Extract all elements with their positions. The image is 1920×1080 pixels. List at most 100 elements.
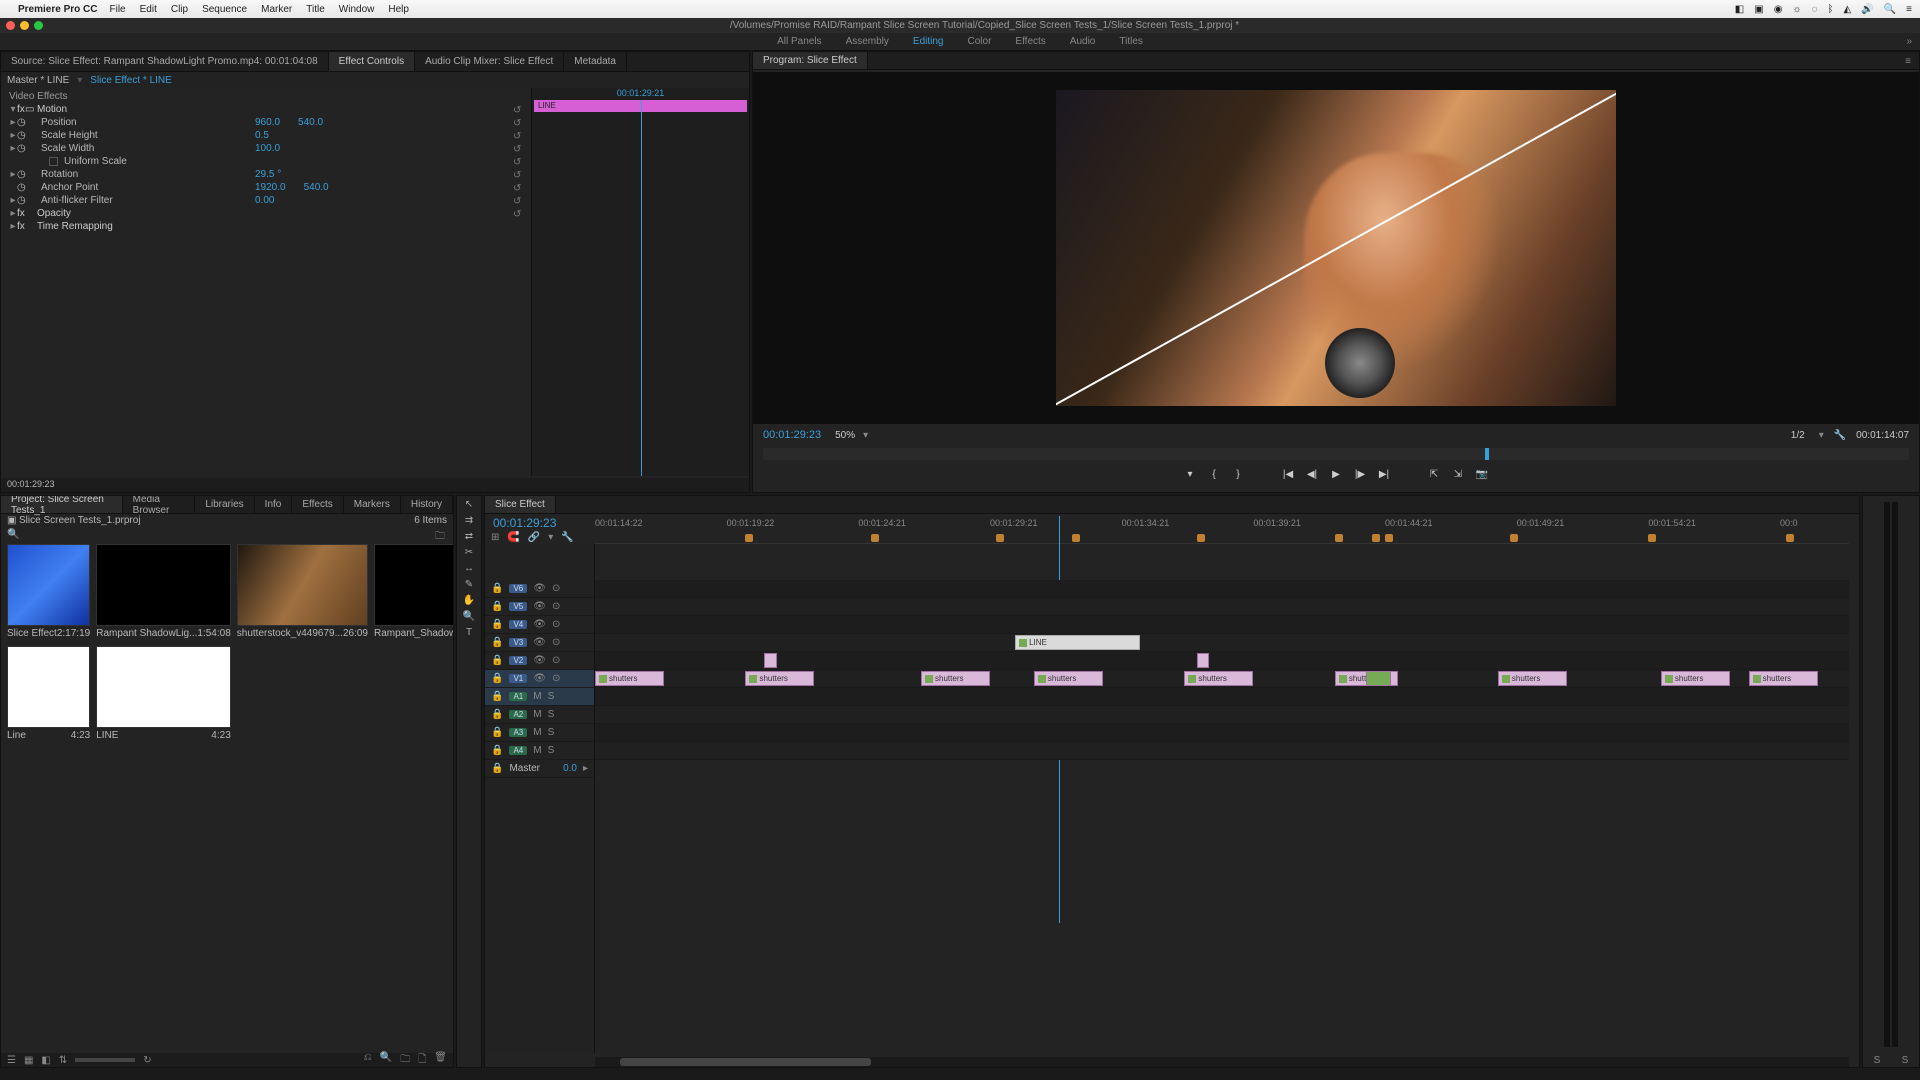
toggle-output-icon[interactable]: 👁 <box>533 619 546 630</box>
program-current-timecode[interactable]: 00:01:29:23 <box>763 429 821 441</box>
ec-master-clip[interactable]: Master * LINE <box>7 75 69 86</box>
scrollbar-thumb[interactable] <box>620 1058 871 1066</box>
anchor-x-value[interactable]: 1920.0 <box>255 182 286 193</box>
twirl-icon[interactable]: ▸ <box>9 195 17 206</box>
fx-badge-icon[interactable]: fx <box>17 104 25 115</box>
mute-icon[interactable]: M <box>533 709 541 720</box>
volume-icon[interactable]: 🔊 <box>1861 4 1873 15</box>
ec-playhead[interactable] <box>641 100 642 476</box>
solo-icon[interactable]: S <box>548 691 555 702</box>
fx-badge-icon[interactable]: fx <box>17 221 25 232</box>
bin-thumbnail[interactable] <box>96 646 231 728</box>
resolution-dropdown-icon[interactable]: ▾ <box>1819 430 1824 441</box>
motion-effect-label[interactable]: Motion <box>33 104 263 115</box>
project-bin-item[interactable]: Rampant_ShadowLight_...2:01 <box>374 544 454 640</box>
mark-out-icon[interactable]: } <box>1231 467 1245 481</box>
nest-icon[interactable]: ⊞ <box>491 532 499 543</box>
sync-lock-icon[interactable]: ⊙ <box>552 655 560 666</box>
program-canvas[interactable] <box>753 72 1919 424</box>
selection-tool-icon[interactable]: ↖ <box>457 496 481 512</box>
time-remapping-label[interactable]: Time Remapping <box>25 221 255 232</box>
timeline-clip-selected[interactable]: LINE <box>1015 635 1140 650</box>
timeline-marker[interactable] <box>1372 534 1380 542</box>
video-track-header[interactable]: 🔒V3👁⊙ <box>485 634 594 652</box>
ec-mini-timeline[interactable]: 00:01:29:21 LINE <box>531 88 749 476</box>
video-track-lane[interactable]: shuttersshuttersshuttersshuttersshutters… <box>595 670 1849 688</box>
program-monitor-tab[interactable]: Program: Slice Effect <box>753 52 868 69</box>
menu-title[interactable]: Title <box>306 4 325 15</box>
stopwatch-icon[interactable]: ◷ <box>17 143 25 154</box>
program-resolution[interactable]: 1/2 <box>1791 430 1805 441</box>
refresh-icon[interactable]: ↻ <box>143 1055 151 1066</box>
lock-icon[interactable]: 🔒 <box>491 583 503 594</box>
audio-track-header[interactable]: 🔒A1MS <box>485 688 594 706</box>
toggle-output-icon[interactable]: 👁 <box>533 637 546 648</box>
sync-lock-icon[interactable]: ⊙ <box>552 619 560 630</box>
sync-lock-icon[interactable]: ⊙ <box>552 583 560 594</box>
mark-in-icon[interactable]: { <box>1207 467 1221 481</box>
list-view-icon[interactable]: ☰ <box>7 1055 16 1066</box>
reset-icon[interactable]: ↺ <box>513 105 523 115</box>
timeline-clip[interactable]: shutters <box>921 671 990 686</box>
lock-icon[interactable]: 🔒 <box>491 655 503 666</box>
effects-tab[interactable]: Effects <box>292 496 343 513</box>
twirl-icon[interactable]: ▸ <box>9 208 17 219</box>
project-bin-item[interactable]: Line4:23 <box>7 646 90 742</box>
program-scrub-bar[interactable] <box>763 448 1909 460</box>
timeline-clip[interactable]: shutters <box>745 671 814 686</box>
freeform-view-icon[interactable]: ◧ <box>41 1055 50 1066</box>
audio-track-header[interactable]: 🔒A2MS <box>485 706 594 724</box>
audio-track-lane[interactable] <box>595 724 1849 742</box>
track-label[interactable]: V4 <box>509 620 527 629</box>
marker-icon[interactable]: ▾ <box>548 532 553 543</box>
audio-track-lane[interactable] <box>595 706 1849 724</box>
bin-thumbnail[interactable] <box>7 646 90 728</box>
workspace-tab[interactable]: Color <box>968 36 992 47</box>
audio-track-lane[interactable] <box>595 688 1849 706</box>
thumbnail-size-slider[interactable] <box>75 1058 135 1062</box>
bin-thumbnail[interactable] <box>96 544 231 626</box>
step-back-icon[interactable]: ◀| <box>1305 467 1319 481</box>
toggle-output-icon[interactable]: 👁 <box>533 673 546 684</box>
menu-file[interactable]: File <box>109 4 125 15</box>
lock-icon[interactable]: 🔒 <box>491 637 503 648</box>
video-track-header[interactable]: 🔒V2👁⊙ <box>485 652 594 670</box>
twirl-icon[interactable]: ▸ <box>9 221 17 232</box>
traffic-close-icon[interactable] <box>6 21 15 30</box>
new-bin-icon[interactable]: 🗀 <box>400 1052 410 1069</box>
program-zoom-value[interactable]: 50% <box>835 430 855 441</box>
hand-tool-icon[interactable]: ✋ <box>457 592 481 608</box>
reset-icon[interactable]: ↺ <box>513 209 523 219</box>
video-track-lane[interactable] <box>595 652 1849 670</box>
reset-icon[interactable]: ↺ <box>513 183 523 193</box>
video-track-lane[interactable] <box>595 616 1849 634</box>
twirl-icon[interactable]: ▸ <box>9 117 17 128</box>
reset-icon[interactable]: ↺ <box>513 118 523 128</box>
timeline-clip[interactable]: shutters <box>1498 671 1567 686</box>
mute-icon[interactable]: M <box>533 691 541 702</box>
reset-icon[interactable]: ↺ <box>513 157 523 167</box>
sync-lock-icon[interactable]: ⊙ <box>552 637 560 648</box>
stopwatch-icon[interactable]: ◷ <box>17 182 25 193</box>
ripple-edit-tool-icon[interactable]: ⇄ <box>457 528 481 544</box>
timeline-marker[interactable] <box>1197 534 1205 542</box>
lock-icon[interactable]: 🔒 <box>491 763 503 774</box>
lock-icon[interactable]: 🔒 <box>491 745 503 756</box>
history-tab[interactable]: History <box>401 496 453 513</box>
libraries-tab[interactable]: Libraries <box>195 496 254 513</box>
video-track-header[interactable]: 🔒V5👁⊙ <box>485 598 594 616</box>
go-to-in-icon[interactable]: |◀ <box>1281 467 1295 481</box>
track-label[interactable]: V2 <box>509 656 527 665</box>
app-name[interactable]: Premiere Pro CC <box>18 4 97 15</box>
track-label[interactable]: V6 <box>509 584 527 593</box>
chevron-down-icon[interactable]: ▾ <box>77 75 82 86</box>
video-track-header[interactable]: 🔒V6👁⊙ <box>485 580 594 598</box>
timeline-clip[interactable]: shutters <box>1749 671 1818 686</box>
lock-icon[interactable]: 🔒 <box>491 601 503 612</box>
video-track-lane[interactable] <box>595 598 1849 616</box>
scale-height-value[interactable]: 0.5 <box>255 130 269 141</box>
solo-left[interactable]: S <box>1874 1055 1881 1067</box>
effect-controls-tab[interactable]: Effect Controls <box>329 52 415 71</box>
bin-thumbnail[interactable] <box>374 544 454 626</box>
track-select-tool-icon[interactable]: ⇉ <box>457 512 481 528</box>
